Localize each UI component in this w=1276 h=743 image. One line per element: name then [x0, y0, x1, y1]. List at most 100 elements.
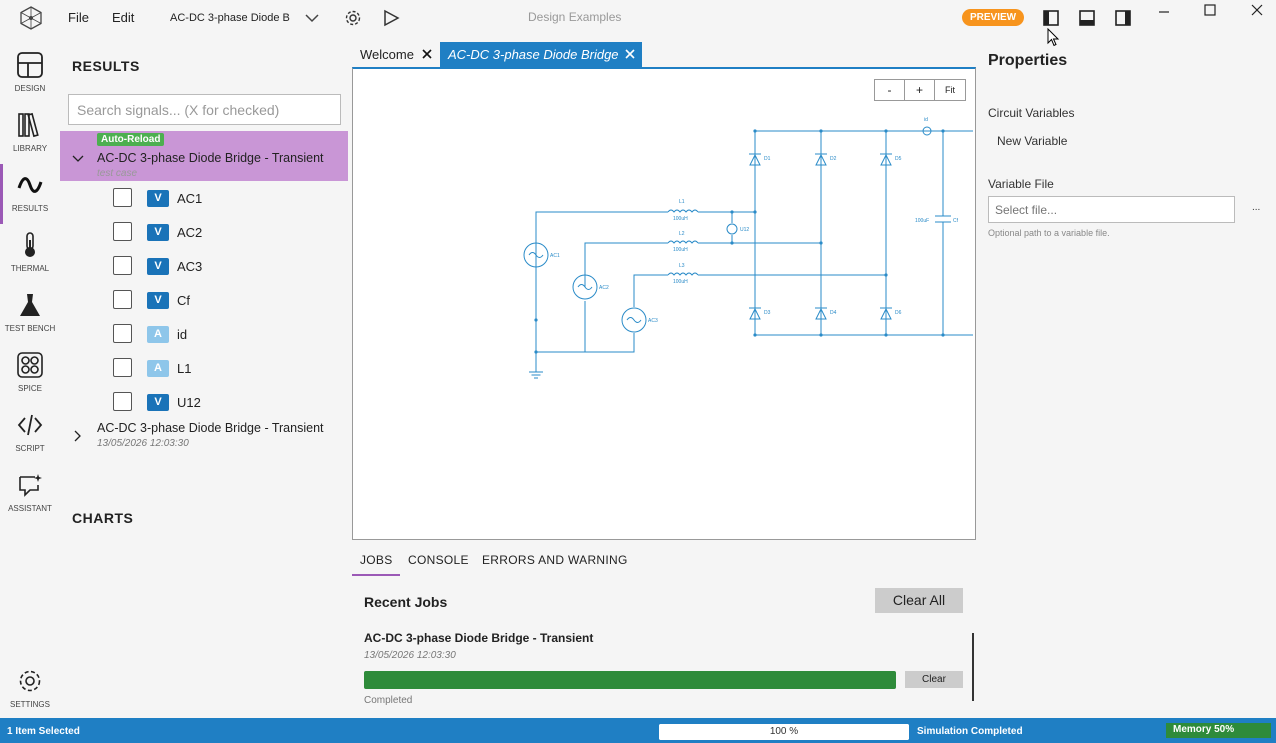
activity-spice[interactable]: SPICE: [0, 344, 60, 404]
signal-checkbox[interactable]: [113, 392, 132, 411]
signal-checkbox[interactable]: [113, 358, 132, 377]
close-icon[interactable]: [625, 49, 635, 59]
activity-test-bench[interactable]: TEST BENCH: [0, 284, 60, 344]
label-d4: D4: [830, 310, 837, 316]
label-ac2: AC2: [599, 285, 609, 291]
signal-name: U12: [177, 395, 201, 410]
recent-jobs-title: Recent Jobs: [364, 594, 448, 610]
signal-item-ac3[interactable]: V AC3: [112, 254, 342, 278]
label-l3-value: 100uH: [673, 279, 688, 285]
job-status: Completed: [364, 695, 413, 706]
signal-item-cf[interactable]: V Cf: [112, 288, 342, 312]
close-icon[interactable]: [422, 49, 432, 59]
label-ac3: AC3: [648, 318, 658, 324]
chevron-down-icon[interactable]: [72, 150, 84, 162]
activity-design[interactable]: DESIGN: [0, 44, 60, 104]
activity-results[interactable]: RESULTS: [0, 164, 60, 224]
tab-console[interactable]: CONSOLE: [408, 553, 469, 567]
toggle-right-panel-icon[interactable]: [1113, 8, 1133, 28]
menu-edit[interactable]: Edit: [112, 10, 134, 25]
run-simulation-button[interactable]: [381, 8, 401, 28]
activity-script[interactable]: SCRIPT: [0, 404, 60, 464]
run-subtitle: test case: [97, 168, 138, 179]
job-clear-button[interactable]: Clear: [905, 671, 963, 688]
signal-checkbox[interactable]: [113, 222, 132, 241]
memory-text: Memory 50%: [1173, 724, 1235, 735]
assistant-icon: [19, 474, 42, 497]
tab-jobs[interactable]: JOBS: [360, 553, 393, 567]
tab-welcome[interactable]: Welcome: [352, 42, 438, 67]
signal-name: Cf: [177, 293, 190, 308]
signal-type-badge: A: [147, 360, 169, 377]
activity-settings[interactable]: SETTINGS: [0, 660, 60, 720]
search-input[interactable]: [68, 94, 341, 125]
signal-name: AC2: [177, 225, 203, 240]
window-title: Design Examples: [528, 10, 622, 24]
properties-panel: Properties Circuit Variables New Variabl…: [976, 44, 1276, 716]
signal-item-l1[interactable]: A L1: [112, 356, 342, 380]
job-title: AC-DC 3-phase Diode Bridge - Transient: [364, 631, 594, 645]
signal-checkbox[interactable]: [113, 188, 132, 207]
signal-item-ac1[interactable]: V AC1: [112, 186, 342, 210]
signal-checkbox[interactable]: [113, 324, 132, 343]
test-bench-icon: [20, 294, 40, 316]
tab-errors[interactable]: ERRORS AND WARNING: [482, 553, 628, 567]
gear-icon[interactable]: [343, 8, 363, 28]
signal-item-id[interactable]: Aid: [112, 322, 342, 346]
activity-assistant[interactable]: ASSISTANT: [0, 464, 60, 524]
activity-label: DESIGN: [14, 84, 46, 93]
new-variable-button[interactable]: New Variable: [997, 134, 1067, 148]
activity-library[interactable]: LIBRARY: [0, 104, 60, 164]
browse-file-button[interactable]: ...: [1252, 202, 1260, 213]
signal-type-badge: V: [147, 292, 169, 309]
editor-tabs: Welcome AC-DC 3-phase Diode Bridge: [352, 42, 976, 68]
activity-label: SETTINGS: [9, 700, 50, 709]
activity-thermal[interactable]: THERMAL: [0, 224, 60, 284]
label-cf-value: 100uF: [915, 218, 929, 224]
signal-type-badge: A: [147, 326, 169, 343]
menu-file[interactable]: File: [68, 10, 89, 25]
toggle-left-panel-icon[interactable]: [1041, 8, 1061, 28]
job-time: 13/05/2026 12:03:30: [364, 650, 456, 661]
minimize-icon[interactable]: [1156, 4, 1172, 20]
scrollbar[interactable]: [972, 633, 974, 701]
activity-label: SCRIPT: [15, 444, 45, 453]
label-l2: L2: [679, 231, 685, 237]
clear-all-button[interactable]: Clear All: [875, 588, 963, 613]
label-ac1: AC1: [550, 253, 560, 259]
signal-name: AC3: [177, 259, 203, 274]
job-progress-track: [364, 671, 896, 689]
tab-jobs-underline: [352, 574, 400, 576]
label-l1: L1: [679, 199, 685, 205]
spice-icon: [17, 352, 43, 378]
chevron-right-icon[interactable]: [74, 429, 84, 442]
activity-label: THERMAL: [10, 264, 50, 273]
label-d3: D3: [764, 310, 771, 316]
tab-label: Welcome: [360, 47, 414, 62]
properties-title: Properties: [988, 52, 1068, 69]
signal-item-u12[interactable]: V U12: [112, 390, 342, 414]
simulation-status: Simulation Completed: [917, 726, 1023, 737]
signal-checkbox[interactable]: [113, 256, 132, 275]
schematic-canvas[interactable]: - + Fit L1 100uH L2 100uH L3 100uH AC1 A…: [352, 67, 976, 540]
project-selector[interactable]: AC-DC 3-phase Diode Bri: [170, 12, 290, 24]
auto-reload-badge: Auto-Reload: [97, 133, 165, 146]
variable-file-hint: Optional path to a variable file.: [988, 228, 1110, 238]
app-logo-icon: [18, 5, 44, 31]
run-item[interactable]: AC-DC 3-phase Diode Bridge - Transient 1…: [60, 420, 348, 460]
label-id: id: [924, 117, 928, 123]
activity-label: LIBRARY: [12, 144, 48, 153]
run-item-selected[interactable]: Auto-Reload AC-DC 3-phase Diode Bridge -…: [60, 131, 348, 181]
chevron-down-icon[interactable]: [304, 10, 320, 26]
sim-progress-track: 100 %: [659, 724, 909, 740]
toggle-bottom-panel-icon[interactable]: [1077, 8, 1097, 28]
activity-label: RESULTS: [11, 204, 49, 213]
maximize-icon[interactable]: [1202, 2, 1218, 18]
variable-file-input[interactable]: [988, 196, 1235, 223]
signal-checkbox[interactable]: [113, 290, 132, 309]
close-icon[interactable]: [1249, 2, 1265, 18]
tab-diode-bridge[interactable]: AC-DC 3-phase Diode Bridge: [440, 42, 642, 67]
selection-status: 1 Item Selected: [7, 726, 80, 737]
signal-item-ac2[interactable]: V AC2: [112, 220, 342, 244]
tab-label: AC-DC 3-phase Diode Bridge: [448, 47, 619, 62]
